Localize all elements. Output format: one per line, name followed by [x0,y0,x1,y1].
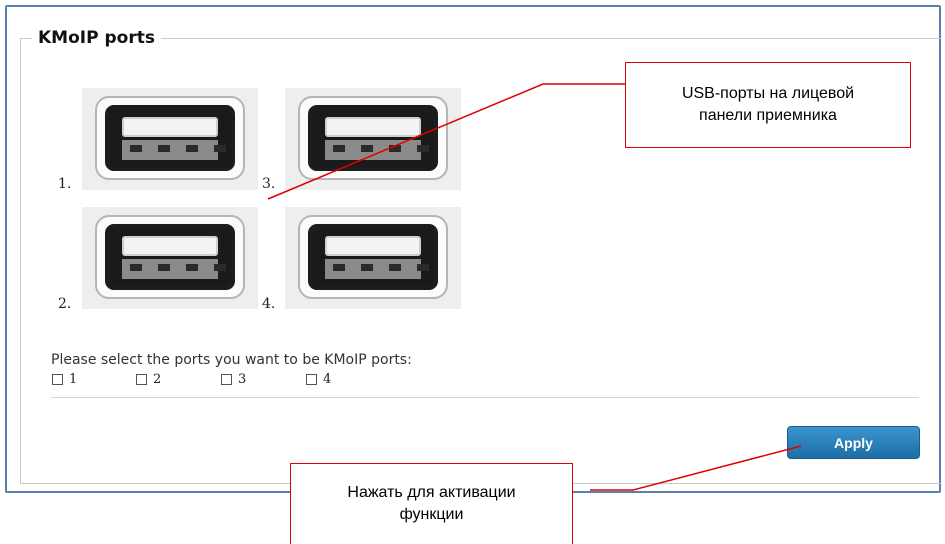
apply-callout: Нажать для активации функции [290,463,573,544]
ports-callout: USB-порты на лицевой панели приемника [625,62,911,148]
